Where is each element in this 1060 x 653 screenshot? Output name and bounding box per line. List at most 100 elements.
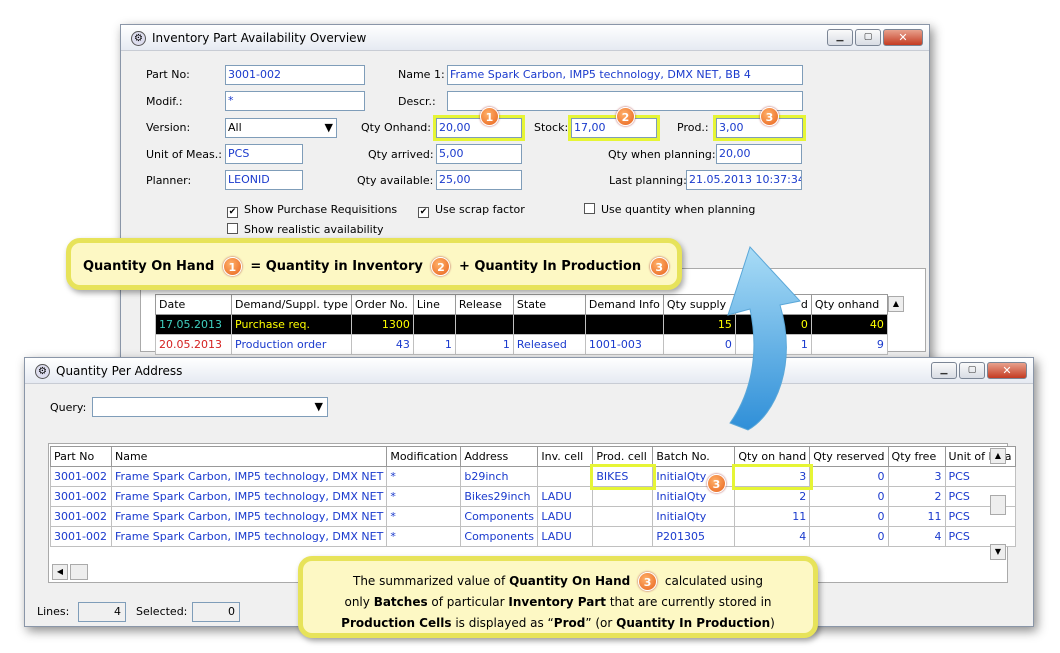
stock-label: Stock: — [534, 121, 569, 134]
cell: 0 — [809, 486, 889, 507]
callout-text: calculated using — [664, 574, 763, 588]
cell: Frame Spark Carbon, IMP5 technology, DMX… — [110, 466, 388, 487]
cell: Production order — [231, 334, 352, 355]
cell: * — [386, 466, 462, 487]
window-title: Inventory Part Availability Overview — [152, 31, 367, 45]
minimize-button[interactable]: ▁ — [827, 29, 853, 46]
scroll-up-button[interactable]: ▲ — [990, 448, 1006, 464]
modif-label: Modif.: — [146, 95, 183, 108]
minimize-button[interactable]: ▁ — [931, 362, 957, 379]
maximize-button[interactable]: ▢ — [959, 362, 985, 379]
scrollbar-thumb[interactable] — [990, 495, 1006, 515]
cell: 1 — [454, 334, 514, 355]
planner-field[interactable]: LEONID — [225, 170, 303, 190]
close-button[interactable]: ✕ — [883, 29, 923, 46]
col-header[interactable]: Part No — [50, 446, 112, 467]
last-planning-field[interactable]: 21.05.2013 10:37:34 — [686, 170, 802, 190]
col-header[interactable]: Order No. — [350, 294, 414, 315]
part-no-field[interactable]: 3001-002 — [225, 65, 365, 85]
qty-available-field[interactable]: 25,00 — [436, 170, 522, 190]
title-bar: ⚙ Inventory Part Availability Overview ▁… — [121, 25, 929, 51]
prod-field[interactable]: 3,00 — [713, 115, 806, 141]
app-icon: ⚙ — [35, 364, 50, 379]
chk-scrap-factor[interactable]: ✔ Use scrap factor — [418, 203, 525, 218]
badge-1-icon: 1 — [480, 107, 499, 126]
qty-arrived-field[interactable]: 5,00 — [436, 144, 522, 164]
callout-text: ” (or — [585, 616, 617, 630]
col-header[interactable]: Qty free — [887, 446, 946, 467]
cell — [592, 526, 654, 547]
callout-text: = Quantity in Inventory — [250, 259, 423, 274]
chk-purchase-requisitions[interactable]: ✔ Show Purchase Requisitions — [227, 203, 397, 218]
cell: * — [386, 506, 462, 527]
uom-label: Unit of Meas.: — [146, 148, 222, 161]
window-title: Quantity Per Address — [56, 364, 183, 378]
scroll-down-button[interactable]: ▼ — [990, 544, 1006, 560]
lines-label: Lines: — [37, 605, 70, 618]
callout-text: ) — [770, 616, 775, 630]
cell: 1300 — [350, 314, 414, 335]
badge-2-icon: 2 — [431, 257, 451, 276]
planner-label: Planner: — [146, 174, 192, 187]
cell — [412, 314, 456, 335]
maximize-button[interactable]: ▢ — [855, 29, 881, 46]
close-button[interactable]: ✕ — [987, 362, 1027, 379]
cell: 43 — [350, 334, 414, 355]
callout-text: Quantity In Production — [616, 616, 771, 630]
qty-planning-field[interactable]: 20,00 — [716, 144, 802, 164]
col-header[interactable]: Release — [454, 294, 514, 315]
scroll-left-button[interactable]: ◀ — [52, 564, 68, 580]
checkbox-checked-icon: ✔ — [227, 207, 238, 218]
query-select[interactable]: ▼ — [92, 397, 328, 417]
cell: 3 — [731, 463, 813, 490]
cell: b29inch — [460, 466, 539, 487]
col-header[interactable]: Address — [460, 446, 539, 467]
cell: * — [386, 486, 462, 507]
table-row[interactable]: 3001-002 Frame Spark Carbon, IMP5 techno… — [50, 463, 1016, 490]
col-header[interactable]: Qty reserved — [809, 446, 889, 467]
cell: 4 — [734, 526, 811, 547]
qty-arrived-label: Qty arrived: — [368, 148, 434, 161]
cell: 17.05.2013 — [155, 314, 232, 335]
col-header[interactable]: Line — [412, 294, 456, 315]
table-row[interactable]: 3001-002 Frame Spark Carbon, IMP5 techno… — [50, 506, 1016, 527]
col-header[interactable]: Inv. cell — [537, 446, 594, 467]
callout-text: + Quantity In Production — [458, 259, 642, 274]
scroll-up-button[interactable]: ▲ — [888, 296, 904, 312]
uom-field[interactable]: PCS — [225, 144, 303, 164]
table-row[interactable]: 3001-002 Frame Spark Carbon, IMP5 techno… — [50, 526, 1016, 547]
query-label: Query: — [50, 401, 87, 414]
cell: 9 — [810, 334, 888, 355]
chevron-down-icon: ▼ — [324, 121, 333, 134]
modif-field[interactable]: * — [225, 91, 365, 111]
chk-realistic-availability[interactable]: Show realistic availability — [227, 223, 384, 236]
col-header[interactable]: State — [512, 294, 586, 315]
badge-1-icon: 1 — [222, 257, 242, 276]
col-header[interactable]: Date — [155, 294, 232, 315]
name1-field[interactable]: Frame Spark Carbon, IMP5 technology, DMX… — [447, 65, 803, 85]
col-header[interactable]: Demand Info — [584, 294, 664, 315]
col-header[interactable]: Batch No. — [652, 446, 736, 467]
last-planning-label: Last planning: — [609, 174, 687, 187]
qty-onhand-field[interactable]: 20,00 — [433, 115, 525, 141]
address-grid: Part No Name Modification Address Inv. c… — [50, 446, 1016, 547]
cell: Components — [460, 506, 539, 527]
col-header[interactable]: Demand/Suppl. type — [231, 294, 352, 315]
chk-qty-when-planning[interactable]: Use quantity when planning — [584, 203, 755, 216]
title-bar: ⚙ Quantity Per Address ▁ ▢ ✕ — [25, 358, 1033, 384]
chevron-down-icon: ▼ — [314, 400, 323, 413]
stock-field[interactable]: 17,00 — [568, 115, 660, 141]
cell: 3001-002 — [50, 526, 112, 547]
version-select[interactable]: All ▼ — [225, 118, 337, 138]
cell: 3001-002 — [50, 466, 112, 487]
cell: 11 — [887, 506, 946, 527]
table-row[interactable]: 3001-002 Frame Spark Carbon, IMP5 techno… — [50, 486, 1016, 507]
cell: BIKES — [589, 463, 656, 490]
col-header[interactable]: Qty on hand — [734, 446, 811, 467]
col-header[interactable]: Name — [110, 446, 388, 467]
col-header[interactable]: Qty onhand — [810, 294, 888, 315]
version-value: All — [228, 121, 242, 134]
col-header[interactable]: Modification — [386, 446, 462, 467]
hscrollbar-thumb[interactable] — [70, 564, 88, 580]
col-header[interactable]: Prod. cell — [592, 446, 654, 467]
